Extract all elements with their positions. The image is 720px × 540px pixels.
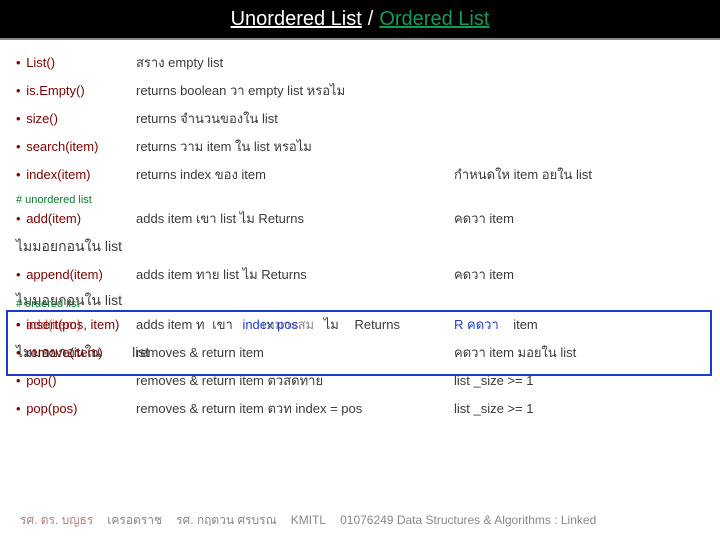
desc: returns boolean วา empty list หรอไม — [136, 80, 454, 101]
comment-ordered: # ordered list — [16, 294, 80, 310]
desc: removes & return item ตวสดทาย — [136, 370, 454, 391]
api-row: • size() returns จำนวนของใน list — [16, 106, 704, 134]
title-sep: / — [368, 8, 374, 31]
method: search(item) — [26, 139, 98, 154]
cond: R คดวา item — [454, 314, 704, 335]
desc: removes & return item — [136, 345, 454, 360]
method: remove(item) — [26, 345, 103, 360]
note: ไมมอยกอนใน list — [16, 234, 704, 262]
comment-unordered: # unordered list — [16, 190, 704, 206]
method: pop() — [26, 373, 56, 388]
desc: returns จำนวนของใน list — [136, 108, 454, 129]
method: add(item) — [26, 211, 81, 226]
cond: คดวา item มอยใน list — [454, 342, 704, 363]
api-row: • pop(pos) removes & return item ตวท ind… — [16, 396, 704, 424]
desc: returns วาม item ใน list หรอไม — [136, 136, 454, 157]
method: append(item) — [26, 267, 103, 282]
desc: สราง empty list — [136, 52, 454, 73]
api-row: • index(item) returns index ของ item กำห… — [16, 162, 704, 190]
desc: adds item ท เขา index pos เหมาะสม ไม Ret… — [136, 314, 454, 335]
desc: returns index ของ item — [136, 164, 454, 185]
footer-e: 01076249 Data Structures & Algorithms : … — [340, 513, 596, 527]
title-bar: Unordered List / Ordered List — [0, 0, 720, 40]
footer-b: เครอตราช — [107, 511, 162, 530]
footer-d: KMITL — [291, 513, 326, 527]
cond: คดวา item — [454, 208, 704, 229]
cond: list _size >= 1 — [454, 373, 704, 388]
api-row: • List() สราง empty list — [16, 50, 704, 78]
footer-a: รศ. ดร. บญธร — [20, 511, 93, 530]
api-row: • pop() removes & return item ตวสดทาย li… — [16, 368, 704, 396]
cond: คดวา item — [454, 264, 704, 285]
method: List() — [26, 55, 55, 70]
api-row: • append(item) adds item ทาย list ไม Ret… — [16, 262, 704, 290]
method: index(item) — [26, 167, 90, 182]
api-row: • search(item) returns วาม item ใน list … — [16, 134, 704, 162]
method: pop(pos) — [26, 401, 77, 416]
cond: กำหนดให item อยใน list — [454, 164, 704, 185]
footer: รศ. ดร. บญธร เครอตราช รศ. กฤตวน ศรบรณ KM… — [0, 511, 720, 530]
cond: list _size >= 1 — [454, 401, 704, 416]
method-b: insert(pos, item) — [26, 317, 119, 332]
api-row-overlap: • add(item) • insert(pos, item) adds ite… — [16, 312, 704, 340]
desc: adds item เขา list ไม Returns — [136, 208, 454, 229]
desc: adds item ทาย list ไม Returns — [136, 264, 454, 285]
api-row: • is.Empty() returns boolean วา empty li… — [16, 78, 704, 106]
footer-c: รศ. กฤตวน ศรบรณ — [176, 511, 277, 530]
content: • List() สราง empty list • is.Empty() re… — [0, 40, 720, 424]
api-row: ไมมอยกอนใน list • remove(item) removes &… — [16, 340, 704, 368]
api-row: • add(item) adds item เขา list ไม Return… — [16, 206, 704, 234]
method: is.Empty() — [26, 83, 85, 98]
desc: removes & return item ตวท index = pos — [136, 398, 454, 419]
title-right: Ordered List — [379, 8, 489, 31]
title-left: Unordered List — [231, 8, 362, 31]
method: size() — [26, 111, 58, 126]
